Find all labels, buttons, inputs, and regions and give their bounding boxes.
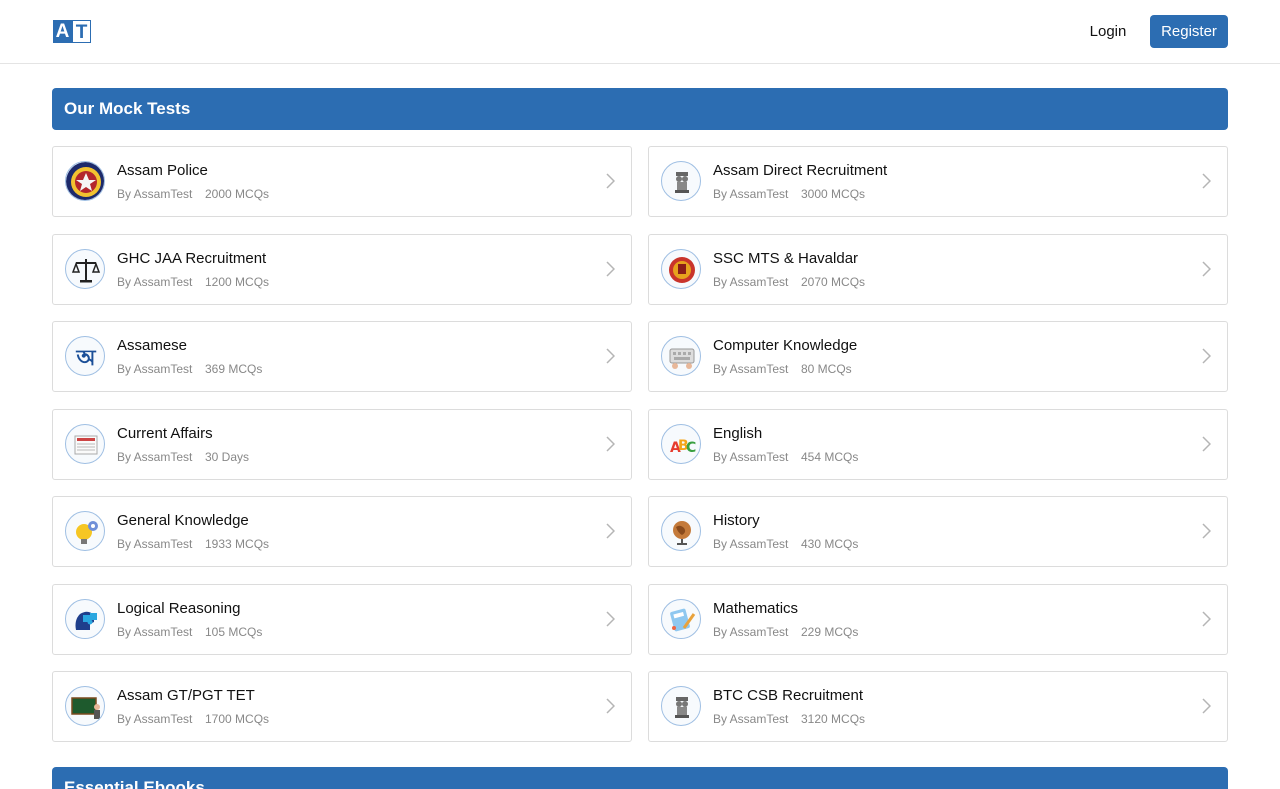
mock-test-title: BTC CSB Recruitment [713, 687, 864, 704]
top-navbar: A T Login Register [0, 0, 1280, 64]
globe-icon [661, 511, 701, 551]
mock-test-card[interactable]: Assam GT/PGT TET By AssamTest 1700 MCQs [52, 671, 632, 742]
mock-test-title: Assam Police [117, 162, 208, 179]
chevron-right-icon [1202, 611, 1212, 627]
mock-test-count: 3120 MCQs [801, 712, 866, 726]
mock-tests-heading: Our Mock Tests [52, 88, 1228, 130]
chevron-right-icon [1202, 523, 1212, 539]
emblem-icon [661, 161, 701, 201]
mock-test-card[interactable]: BTC CSB Recruitment By AssamTest 3120 MCQs [648, 671, 1228, 742]
chevron-right-icon [606, 611, 616, 627]
mock-test-count: 1200 MCQs [205, 275, 270, 289]
mock-test-author: By AssamTest [713, 537, 789, 551]
mock-test-card[interactable]: General Knowledge By AssamTest 1933 MCQs [52, 496, 632, 567]
ebooks-heading: Essential Ebooks [52, 767, 1228, 789]
mock-test-title: History [713, 512, 760, 529]
svg-text:C: C [686, 440, 696, 456]
mock-test-author: By AssamTest [713, 450, 789, 464]
mock-test-author: By AssamTest [117, 537, 193, 551]
mock-test-title: Mathematics [713, 600, 799, 617]
mock-test-author: By AssamTest [117, 275, 193, 289]
chevron-right-icon [606, 261, 616, 277]
chevron-right-icon [1202, 436, 1212, 452]
mock-test-card[interactable]: Mathematics By AssamTest 229 MCQs [648, 584, 1228, 655]
mock-test-title: Assam Direct Recruitment [713, 162, 888, 179]
mock-test-title: Logical Reasoning [117, 600, 241, 617]
abc-icon: ABC [661, 424, 701, 464]
chevron-right-icon [606, 436, 616, 452]
logo-letter-t: T [72, 20, 91, 43]
mock-test-author: By AssamTest [117, 187, 193, 201]
blackboard-teacher-icon [65, 686, 105, 726]
math-tools-icon [661, 599, 701, 639]
mock-test-card[interactable]: Logical Reasoning By AssamTest 105 MCQs [52, 584, 632, 655]
mock-test-card[interactable]: Computer Knowledge By AssamTest 80 MCQs [648, 321, 1228, 392]
mock-test-author: By AssamTest [713, 712, 789, 726]
assamese-letter-icon: অ [65, 336, 105, 376]
mock-test-card[interactable]: Assam Police By AssamTest 2000 MCQs [52, 146, 632, 217]
lightbulb-gear-icon [65, 511, 105, 551]
mock-test-author: By AssamTest [713, 625, 789, 639]
chevron-right-icon [1202, 348, 1212, 364]
chevron-right-icon [606, 173, 616, 189]
mock-test-author: By AssamTest [713, 362, 789, 376]
mock-test-title: GHC JAA Recruitment [117, 250, 267, 267]
mock-test-author: By AssamTest [117, 362, 193, 376]
mock-test-author: By AssamTest [117, 712, 193, 726]
mock-test-count: 80 MCQs [801, 362, 852, 376]
mock-test-card[interactable]: Current Affairs By AssamTest 30 Days [52, 409, 632, 480]
chevron-right-icon [1202, 173, 1212, 189]
chevron-right-icon [1202, 698, 1212, 714]
site-logo[interactable]: A T [53, 20, 91, 43]
mock-test-count: 1933 MCQs [205, 537, 270, 551]
mock-test-card[interactable]: SSC MTS & Havaldar By AssamTest 2070 MCQs [648, 234, 1228, 305]
logo-letter-a: A [53, 20, 72, 43]
mock-test-title: Computer Knowledge [713, 337, 858, 354]
mock-test-title: Assamese [117, 337, 188, 354]
mock-test-card[interactable]: অ Assamese By AssamTest 369 MCQs [52, 321, 632, 392]
mock-test-title: SSC MTS & Havaldar [713, 250, 859, 267]
mock-test-title: Assam GT/PGT TET [117, 687, 255, 704]
scales-of-justice-icon [65, 249, 105, 289]
mock-test-card[interactable]: A B C English By AssamTest 454 MCQs [648, 409, 1228, 480]
mock-test-title: General Knowledge [117, 512, 249, 529]
puzzle-head-icon [65, 599, 105, 639]
login-link[interactable]: Login [1080, 16, 1136, 48]
mock-test-author: By AssamTest [713, 275, 789, 289]
chevron-right-icon [606, 523, 616, 539]
mock-test-card[interactable]: History By AssamTest 430 MCQs [648, 496, 1228, 567]
mock-test-author: By AssamTest [117, 450, 193, 464]
keyboard-icon [661, 336, 701, 376]
mock-test-author: By AssamTest [117, 625, 193, 639]
mock-test-count: 2070 MCQs [801, 275, 866, 289]
mock-test-count: 229 MCQs [801, 625, 859, 639]
mock-test-title: English [713, 425, 763, 442]
mock-test-count: 2000 MCQs [205, 187, 270, 201]
chevron-right-icon [606, 698, 616, 714]
svg-text:অ: অ [75, 346, 96, 371]
mock-test-count: 1700 MCQs [205, 712, 270, 726]
chevron-right-icon [1202, 261, 1212, 277]
mock-test-count: 3000 MCQs [801, 187, 866, 201]
mock-test-count: 454 MCQs [801, 450, 859, 464]
mock-test-count: 105 MCQs [205, 625, 263, 639]
mock-test-title: Current Affairs [117, 425, 213, 442]
newspaper-icon [65, 424, 105, 464]
mock-test-card[interactable]: Assam Direct Recruitment By AssamTest 3000… [648, 146, 1228, 217]
mock-test-count: 369 MCQs [205, 362, 263, 376]
mock-test-card[interactable]: GHC JAA Recruitment By AssamTest 1200 MCQs [52, 234, 632, 305]
chevron-right-icon [606, 348, 616, 364]
mock-test-author: By AssamTest [713, 187, 789, 201]
ssc-seal-icon [661, 249, 701, 289]
mock-test-count: 430 MCQs [801, 537, 859, 551]
emblem-icon [661, 686, 701, 726]
mock-test-count: 30 Days [205, 450, 250, 464]
register-button[interactable]: Register [1150, 15, 1228, 48]
police-badge-icon [65, 161, 105, 201]
